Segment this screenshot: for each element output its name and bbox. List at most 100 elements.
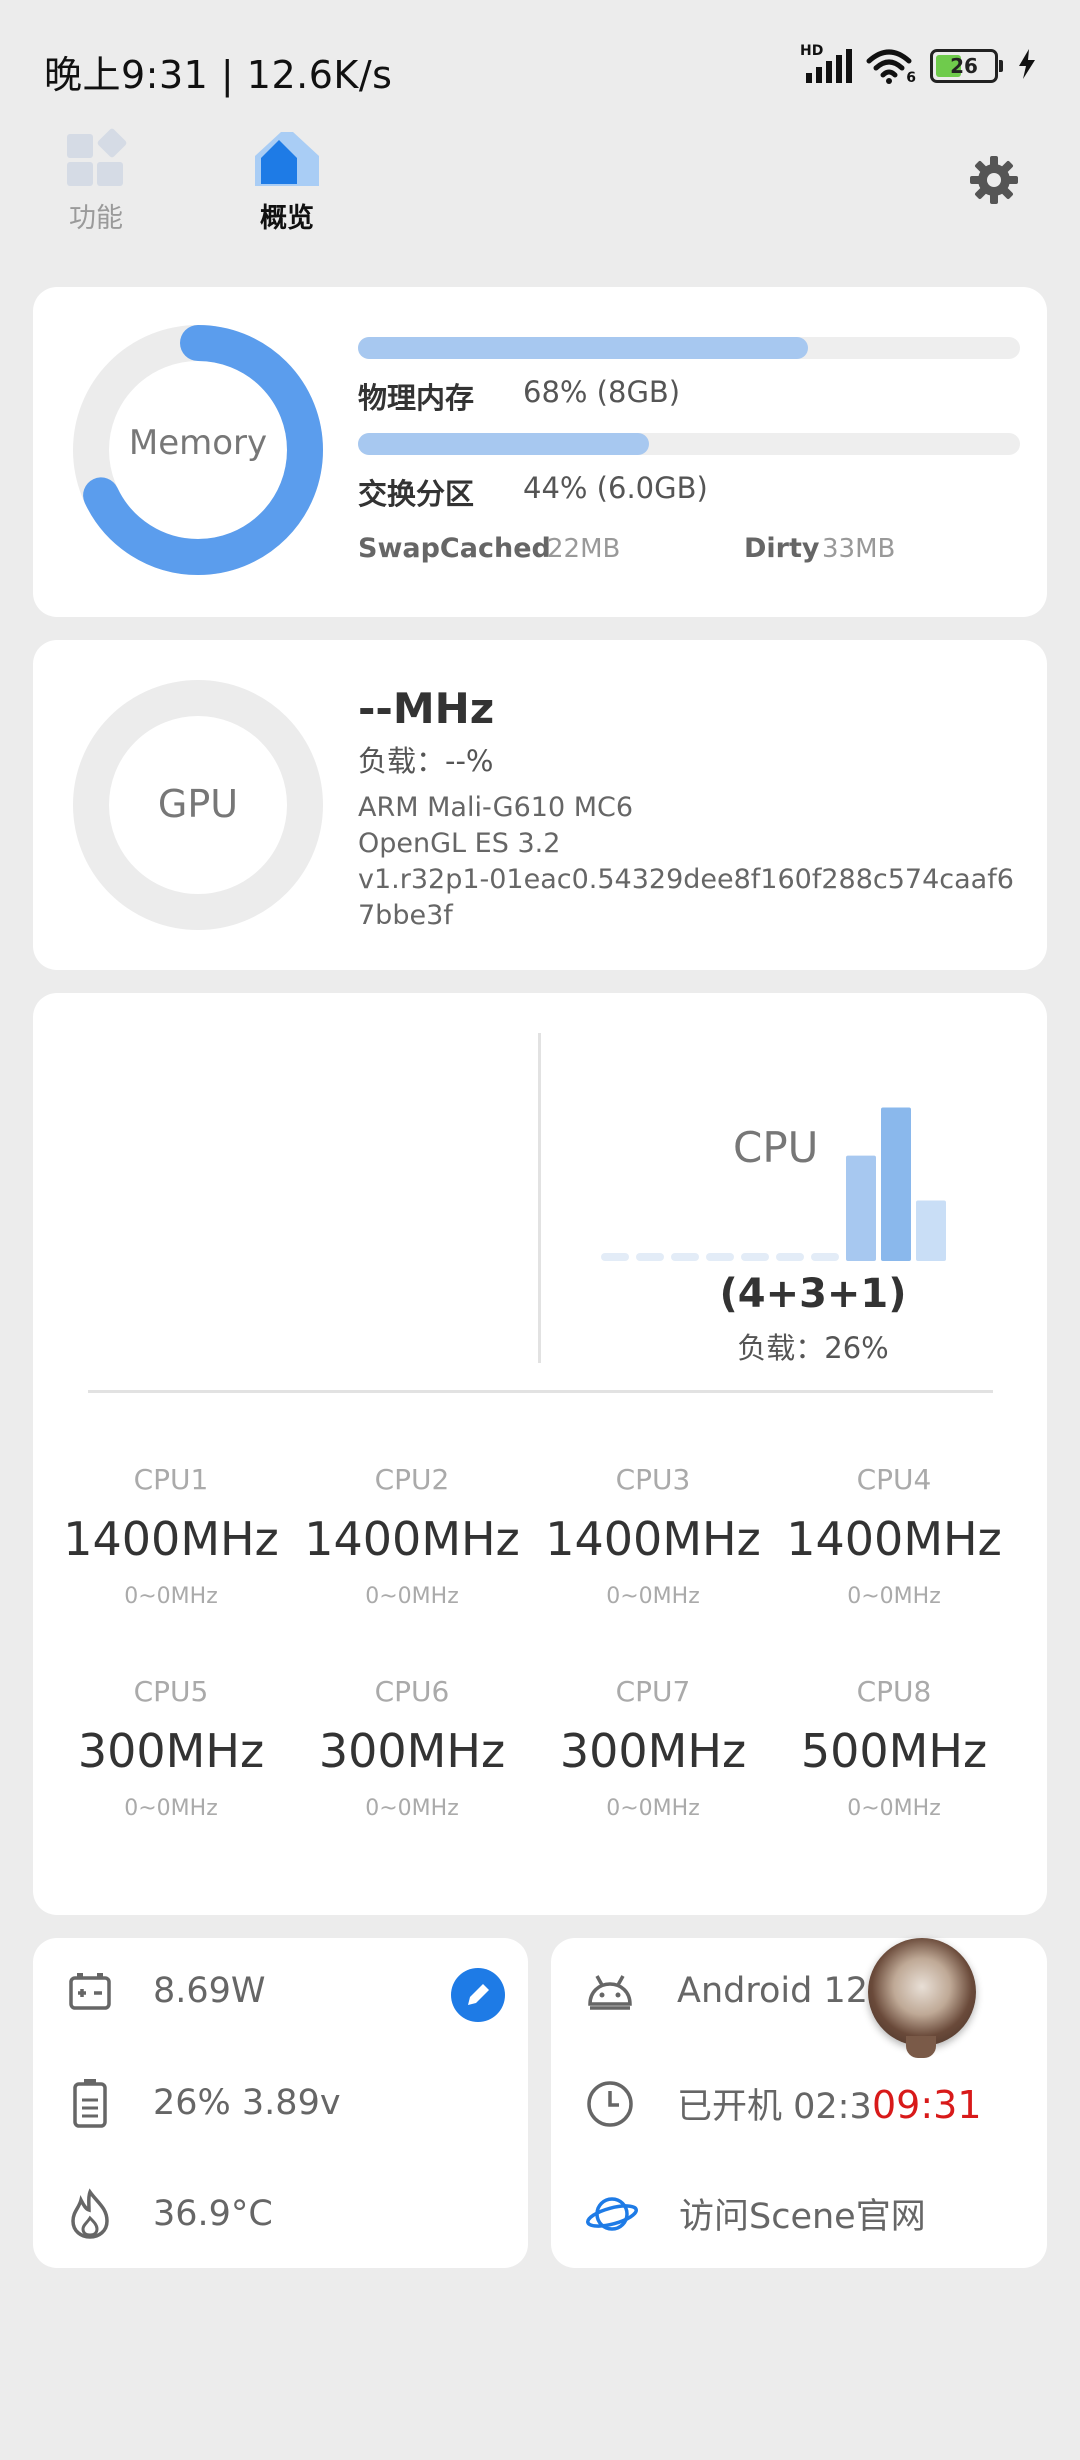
cpu-core-range: 0~0MHz [606,1584,700,1609]
cpu-core-name: CPU1 [133,1463,209,1496]
power-card[interactable]: 8.69W 26% 3.89v 36.9°C [33,1938,528,2268]
cpu-card[interactable]: CPU (4+3+1) 负载：26% CPU1 1400MHz 0~0MHz CPU2… [33,993,1047,1915]
battery-charge-icon [69,1973,111,2010]
swap-bar [358,433,1020,455]
wifi-icon: 6 [866,48,916,86]
cpu-cluster: (4+3+1) [719,1271,907,1317]
gpu-card[interactable]: GPU --MHz 负载：--% ARM Mali-G610 MC6 OpenG… [33,640,1047,970]
uptime: 已开机 02:3 [677,2087,872,2127]
cpu-core-frequency: 300MHz [77,1724,265,1778]
swapcached-value: 22MB [547,534,621,564]
cpu-core-frequency: 1400MHz [304,1512,520,1566]
gpu-driver: v1.r32p1-01eac0.54329dee8f160f288c574caa… [358,864,1014,931]
signal-icon: HD [800,43,852,83]
tab-overview[interactable]: 概览 [242,128,332,235]
cpu-core-frequency: 1400MHz [545,1512,761,1566]
settings-button[interactable] [968,154,1020,206]
gpu-load: 负载：--% [358,744,494,778]
cpu-core-name: CPU7 [615,1675,691,1708]
cpu-core-frequency: 300MHz [318,1724,506,1778]
swap-label: 交换分区 [358,477,475,511]
cpu-load-bar [636,1253,664,1261]
cpu-core-name: CPU5 [133,1675,209,1708]
cpu-core: CPU5 300MHz 0~0MHz [51,1675,291,1821]
cpu-core: CPU4 1400MHz 0~0MHz [774,1463,1014,1609]
cpu-load-bar [811,1253,839,1261]
memory-card[interactable]: Memory 物理内存 68% (8GB) 交换分区 44% (6.0GB) S… [33,287,1047,617]
dirty-value: 33MB [822,534,896,564]
cpu-divider-horizontal [88,1390,993,1393]
gpu-model: ARM Mali-G610 MC6 [358,792,634,823]
gpu-frequency: --MHz [358,684,495,733]
cpu-core-name: CPU8 [856,1675,932,1708]
gpu-api: OpenGL ES 3.2 [358,828,561,859]
planet-icon [586,2196,638,2231]
cpu-core-frequency: 1400MHz [63,1512,279,1566]
cpu-core: CPU3 1400MHz 0~0MHz [533,1463,773,1609]
android-version: Android 12 [677,1971,868,2011]
cpu-core: CPU7 300MHz 0~0MHz [533,1675,773,1821]
cpu-core-name: CPU2 [374,1463,450,1496]
app-avatar-image [906,2036,936,2058]
cpu-load-bar [776,1253,804,1261]
clock-overlay: 09:31 [872,2083,982,2127]
status-time-speed: 晚上9:31 | 12.6K/s [44,53,393,97]
gear-icon [970,156,1018,204]
memory-ring-label: Memory [128,423,268,463]
cpu-load-bar [741,1253,769,1261]
pencil-icon [468,1984,489,2005]
cpu-divider-vertical [538,1033,541,1363]
home-icon [247,128,327,190]
cpu-load-bar [671,1253,699,1261]
dirty-label: Dirty [744,533,820,564]
power-watts: 8.69W [153,1971,266,2011]
cpu-core-frequency: 300MHz [559,1724,747,1778]
cpu-load-bars [601,1107,946,1261]
tab-functions-label: 功能 [69,203,123,234]
cpu-core-range: 0~0MHz [365,1796,459,1821]
cpu-core: CPU2 1400MHz 0~0MHz [292,1463,532,1609]
cpu-core-name: CPU6 [374,1675,450,1708]
cpu-load-bar [881,1107,911,1261]
swap-value: 44% (6.0GB) [523,471,708,505]
cpu-core-range: 0~0MHz [847,1796,941,1821]
swap-bar-fill [358,433,650,455]
tab-overview-label: 概览 [260,203,314,234]
cpu-core: CPU6 300MHz 0~0MHz [292,1675,532,1821]
temperature: 36.9°C [153,2194,273,2234]
website-link[interactable]: 访问Scene官网 [585,2188,926,2239]
tab-functions[interactable]: 功能 [58,128,134,235]
physical-memory-bar-fill [358,337,809,359]
gpu-ring-label: GPU [157,782,239,826]
battery-icon [73,2079,107,2128]
cpu-load-bar [846,1155,876,1261]
cpu-core-range: 0~0MHz [606,1796,700,1821]
clock-icon [587,2080,633,2127]
physical-memory-value: 68% (8GB) [523,375,681,409]
cpu-core-name: CPU4 [856,1463,932,1496]
website-label: 访问Scene官网 [679,2197,926,2237]
cpu-core-range: 0~0MHz [124,1584,218,1609]
charging-icon [1018,49,1036,83]
cpu-core-range: 0~0MHz [365,1584,459,1609]
cpu-load-bar [706,1253,734,1261]
battery-status: 26% 3.89v [153,2083,341,2123]
physical-memory-label: 物理内存 [358,381,475,415]
cpu-core-range: 0~0MHz [847,1584,941,1609]
battery-icon: 26 [930,49,1003,83]
cpu-core-frequency: 1400MHz [786,1512,1002,1566]
cpu-load-bar [916,1200,946,1261]
cpu-core-name: CPU3 [615,1463,691,1496]
cpu-core-range: 0~0MHz [124,1796,218,1821]
grid-icon [63,128,129,190]
cpu-load: 负载：26% [737,1331,889,1365]
cpu-core: CPU8 500MHz 0~0MHz [774,1675,1014,1821]
status-icons: HD 6 26 [800,43,1036,86]
swapcached-label: SwapCached [358,533,551,564]
cpu-core: CPU1 1400MHz 0~0MHz [51,1463,291,1609]
edit-button[interactable] [451,1968,505,2022]
physical-memory-bar [358,337,1020,359]
battery-level: 26 [950,54,978,78]
cpu-load-bar [601,1253,629,1261]
floating-app-bubble[interactable] [868,1938,976,2058]
